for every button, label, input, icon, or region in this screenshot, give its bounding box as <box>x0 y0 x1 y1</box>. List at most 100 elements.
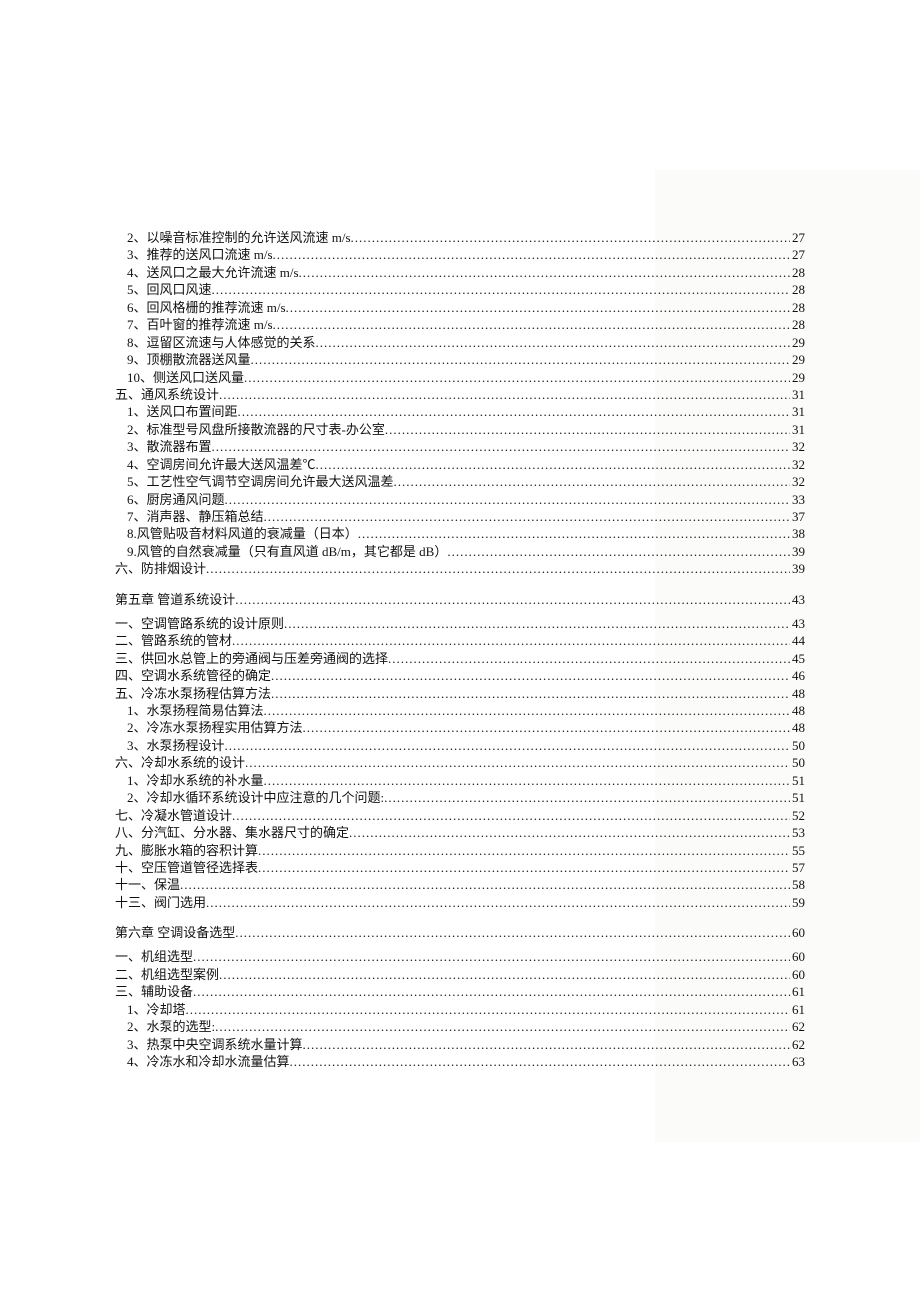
toc-entry-page: 31 <box>790 422 805 438</box>
toc-leader-dots <box>349 825 790 841</box>
toc-entry-label: 2、冷却水循环系统设计中应注意的几个问题: <box>127 790 384 806</box>
toc-leader-dots <box>180 877 790 893</box>
toc-entry-page: 32 <box>790 439 805 455</box>
toc-leader-dots <box>232 808 790 824</box>
toc-entry: 3、散流器布置 32 <box>115 439 805 455</box>
toc-entry-page: 50 <box>790 738 805 754</box>
toc-entry-page: 28 <box>790 300 805 316</box>
toc-entry-label: 十一、保温 <box>115 877 180 893</box>
toc-entry-page: 29 <box>790 335 805 351</box>
toc-entry-page: 61 <box>790 1002 805 1018</box>
toc-entry: 1、冷却水系统的补水量 51 <box>115 773 805 789</box>
toc-entry-page: 39 <box>790 561 805 577</box>
toc-entry-page: 50 <box>790 755 805 771</box>
toc-leader-dots <box>351 230 790 246</box>
toc-entry-label: 四、空调水系统管径的确定 <box>115 668 271 684</box>
toc-entry-label: 第五章 管道系统设计 <box>115 592 235 608</box>
toc-entry: 5、回风口风速28 <box>115 282 805 298</box>
toc-entry-page: 28 <box>790 282 805 298</box>
toc-leader-dots <box>215 1019 790 1035</box>
toc-leader-dots <box>284 616 790 632</box>
toc-entry-label: 3、水泵扬程设计 <box>127 738 225 754</box>
toc-entry: 8、逗留区流速与人体感觉的关系29 <box>115 335 805 351</box>
toc-entry-page: 48 <box>790 703 805 719</box>
toc-leader-dots <box>258 860 790 876</box>
toc-leader-dots <box>235 925 790 941</box>
toc-entry-label: 6、厨房通风问题 <box>127 492 225 508</box>
toc-entry-label: 一、空调管路系统的设计原则 <box>115 616 284 632</box>
toc-leader-dots <box>264 703 790 719</box>
toc-entry: 七、冷凝水管道设计52 <box>115 808 805 824</box>
toc-entry: 第六章 空调设备选型60 <box>115 925 805 941</box>
toc-entry: 十、空压管道管径选择表57 <box>115 860 805 876</box>
toc-leader-dots <box>212 439 790 455</box>
toc-leader-dots <box>235 592 790 608</box>
toc-entry-label: 3、散流器布置 <box>127 439 212 455</box>
toc-entry: 6、厨房通风问题 33 <box>115 492 805 508</box>
toc-leader-dots <box>225 492 790 508</box>
toc-entry: 十一、保温 58 <box>115 877 805 893</box>
toc-entry-page: 29 <box>790 352 805 368</box>
toc-entry-page: 59 <box>790 895 805 911</box>
toc-entry: 9、顶棚散流器送风量29 <box>115 352 805 368</box>
toc-leader-dots <box>303 1037 790 1053</box>
toc-entry-label: 九、膨胀水箱的容积计算 <box>115 843 258 859</box>
toc-leader-dots <box>316 457 790 473</box>
toc-entry-label: 2、以噪音标准控制的允许送风流速 m/s <box>127 230 351 246</box>
toc-entry-label: 十、空压管道管径选择表 <box>115 860 258 876</box>
toc-entry-page: 48 <box>790 686 805 702</box>
toc-entry: 2、以噪音标准控制的允许送风流速 m/s27 <box>115 230 805 246</box>
toc-leader-dots <box>244 370 790 386</box>
toc-entry-label: 10、侧送风口送风量 <box>127 370 244 386</box>
toc-entry-page: 48 <box>790 720 805 736</box>
toc-entry-label: 6、回风格栅的推荐流速 m/s <box>127 300 286 316</box>
toc-entry-label: 7、消声器、静压箱总结 <box>127 509 264 525</box>
toc-entry-page: 61 <box>790 984 805 1000</box>
toc-entry-page: 55 <box>790 843 805 859</box>
toc-entry-page: 44 <box>790 633 805 649</box>
toc-leader-dots <box>206 895 790 911</box>
toc-entry-page: 33 <box>790 492 805 508</box>
toc-entry: 五、通风系统设计31 <box>115 387 805 403</box>
table-of-contents: 2、以噪音标准控制的允许送风流速 m/s273、推荐的送风口流速 m/s274、… <box>115 230 805 1070</box>
toc-entry-label: 1、水泵扬程简易估算法 <box>127 703 264 719</box>
toc-entry-label: 1、冷却塔 <box>127 1002 186 1018</box>
toc-entry-page: 51 <box>790 773 805 789</box>
toc-entry-page: 28 <box>790 317 805 333</box>
toc-leader-dots <box>290 1054 790 1070</box>
toc-entry: 二、机组选型案例60 <box>115 967 805 983</box>
toc-entry-label: 1、送风口布置间距 <box>127 404 238 420</box>
toc-entry-label: 五、冷冻水泵扬程估算方法 <box>115 686 271 702</box>
toc-entry-page: 62 <box>790 1019 805 1035</box>
toc-entry-page: 31 <box>790 387 805 403</box>
toc-entry: 四、空调水系统管径的确定46 <box>115 668 805 684</box>
toc-entry: 1、水泵扬程简易估算法 48 <box>115 703 805 719</box>
toc-entry-label: 2、标准型号风盘所接散流器的尺寸表-办公室 <box>127 422 385 438</box>
toc-entry-label: 1、冷却水系统的补水量 <box>127 773 264 789</box>
toc-entry-label: 七、冷凝水管道设计 <box>115 808 232 824</box>
toc-entry-label: 二、管路系统的管材 <box>115 633 232 649</box>
toc-entry-page: 51 <box>790 790 805 806</box>
toc-entry: 1、送风口布置间距31 <box>115 404 805 420</box>
toc-entry: 2、冷冻水泵扬程实用估算方法48 <box>115 720 805 736</box>
toc-entry-label: 三、辅助设备 <box>115 984 193 1000</box>
toc-entry-page: 58 <box>790 877 805 893</box>
toc-entry-label: 9.风管的自然衰减量（只有直风道 dB/m，其它都是 dB） <box>127 544 447 560</box>
toc-entry: 4、空调房间允许最大送风温差℃32 <box>115 457 805 473</box>
toc-entry-label: 第六章 空调设备选型 <box>115 925 235 941</box>
toc-leader-dots <box>219 387 790 403</box>
toc-entry: 八、分汽缸、分水器、集水器尺寸的确定53 <box>115 825 805 841</box>
toc-entry: 7、消声器、静压箱总结37 <box>115 509 805 525</box>
toc-leader-dots <box>193 984 790 1000</box>
toc-entry: 2、冷却水循环系统设计中应注意的几个问题: 51 <box>115 790 805 806</box>
toc-entry: 一、空调管路系统的设计原则43 <box>115 616 805 632</box>
toc-entry: 六、防排烟设计39 <box>115 561 805 577</box>
toc-entry: 十三、阀门选用59 <box>115 895 805 911</box>
toc-entry-label: 三、供回水总管上的旁通阀与压差旁通阀的选择 <box>115 651 388 667</box>
toc-entry: 2、标准型号风盘所接散流器的尺寸表-办公室 31 <box>115 422 805 438</box>
toc-leader-dots <box>447 544 790 560</box>
toc-leader-dots <box>264 509 790 525</box>
toc-entry-page: 60 <box>790 967 805 983</box>
toc-leader-dots <box>225 738 790 754</box>
toc-entry-label: 一、机组选型 <box>115 949 193 965</box>
